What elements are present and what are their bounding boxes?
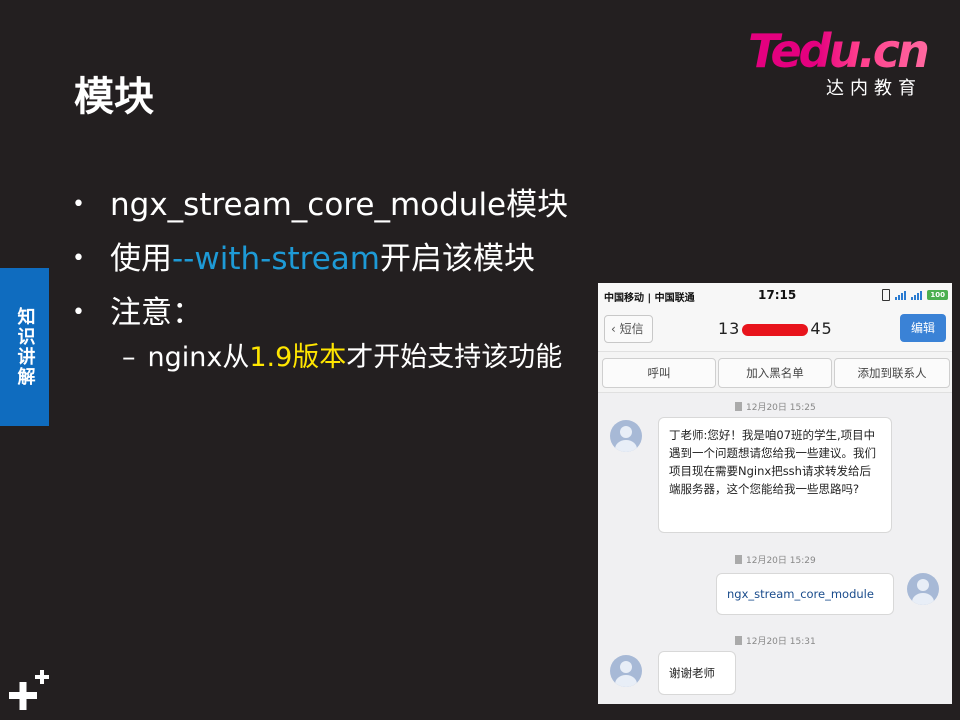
- bullet-dot-icon: •: [72, 246, 85, 271]
- bullet-text-post: 开启该模块: [379, 241, 535, 277]
- bullet-list: • ngx_stream_core_module模块 • 使用--with-st…: [72, 178, 568, 340]
- avatar: [610, 420, 642, 452]
- message-bubble-outgoing: ngx_stream_core_module: [716, 573, 894, 615]
- contact-actions: 呼叫 加入黑名单 添加到联系人: [598, 352, 952, 393]
- back-button-label: 短信: [619, 322, 644, 336]
- timestamp-text: 12月20日 15:29: [746, 556, 816, 566]
- side-tab-label: 知识讲解: [14, 307, 36, 387]
- bullet-highlight: --with-stream: [172, 241, 380, 277]
- sub-bullet: – nginx从1.9版本才开始支持该功能: [122, 335, 562, 374]
- slide-title: 模块: [74, 74, 154, 120]
- bullet-dot-icon: •: [72, 300, 85, 325]
- bullet-text: ngx_stream_core_module模块: [110, 187, 569, 223]
- side-tab: 知识讲解: [0, 268, 49, 426]
- timestamp-text: 12月20日 15:25: [746, 403, 816, 413]
- phone-screenshot: 中国移动 | 中国联通 17:15 100 ‹ 短信 13 45 编辑 呼叫 加入…: [598, 283, 952, 704]
- sub-bullet-highlight: 1.9版本: [249, 342, 347, 373]
- call-button[interactable]: 呼叫: [602, 358, 716, 388]
- contact-number-suffix: 45: [810, 319, 833, 338]
- tedu-logo: Tedu.cn 达内教育: [748, 28, 930, 99]
- block-button[interactable]: 加入黑名单: [718, 358, 832, 388]
- message-bubble-incoming: 丁老师:您好！我是咱07班的学生,项目中遇到一个问题想请您给我一些建议。我们项目…: [658, 417, 892, 533]
- vibrate-icon: [882, 289, 891, 301]
- signal-4g-icon: [911, 290, 923, 300]
- message-navbar: ‹ 短信 13 45 编辑: [598, 309, 952, 352]
- timestamp-text: 12月20日 15:31: [746, 637, 816, 647]
- battery-icon: 100: [927, 290, 948, 300]
- carrier-label: 中国移动 | 中国联通: [604, 293, 695, 304]
- document-icon: [735, 402, 742, 411]
- back-button[interactable]: ‹ 短信: [604, 315, 653, 343]
- sub-bullet-pre: nginx从: [147, 342, 250, 373]
- document-icon: [735, 555, 742, 564]
- redaction-mark: [742, 323, 809, 336]
- message-bubble-incoming: 谢谢老师: [658, 651, 736, 695]
- contact-number: 13 45: [718, 319, 833, 338]
- bullet-item: • 注意：: [72, 286, 568, 340]
- bullet-text-pre: 使用: [110, 241, 172, 277]
- bullet-text: 注意：: [110, 295, 203, 331]
- message-timestamp: 12月20日 15:31: [735, 634, 816, 647]
- bullet-item: • 使用--with-stream开启该模块: [72, 232, 568, 286]
- logo-wordmark: Tedu.cn: [748, 28, 930, 74]
- sub-bullet-post: 才开始支持该功能: [346, 342, 563, 373]
- message-timestamp: 12月20日 15:29: [735, 553, 816, 566]
- sub-bullet-dash: –: [122, 342, 136, 373]
- plus-logo-icon: [9, 670, 49, 710]
- status-bar: 中国移动 | 中国联通 17:15 100: [598, 283, 952, 309]
- status-time: 17:15: [758, 288, 797, 302]
- logo-subtitle: 达内教育: [826, 78, 922, 99]
- avatar: [610, 655, 642, 687]
- contact-number-prefix: 13: [718, 319, 741, 338]
- bullet-dot-icon: •: [72, 192, 85, 217]
- bullet-item: • ngx_stream_core_module模块: [72, 178, 568, 232]
- signal-icon: [895, 290, 907, 300]
- chevron-left-icon: ‹: [611, 322, 620, 336]
- avatar: [907, 573, 939, 605]
- status-icons: 100: [882, 289, 948, 301]
- document-icon: [735, 636, 742, 645]
- message-timestamp: 12月20日 15:25: [735, 400, 816, 413]
- edit-button[interactable]: 编辑: [900, 314, 946, 342]
- add-contact-button[interactable]: 添加到联系人: [834, 358, 950, 388]
